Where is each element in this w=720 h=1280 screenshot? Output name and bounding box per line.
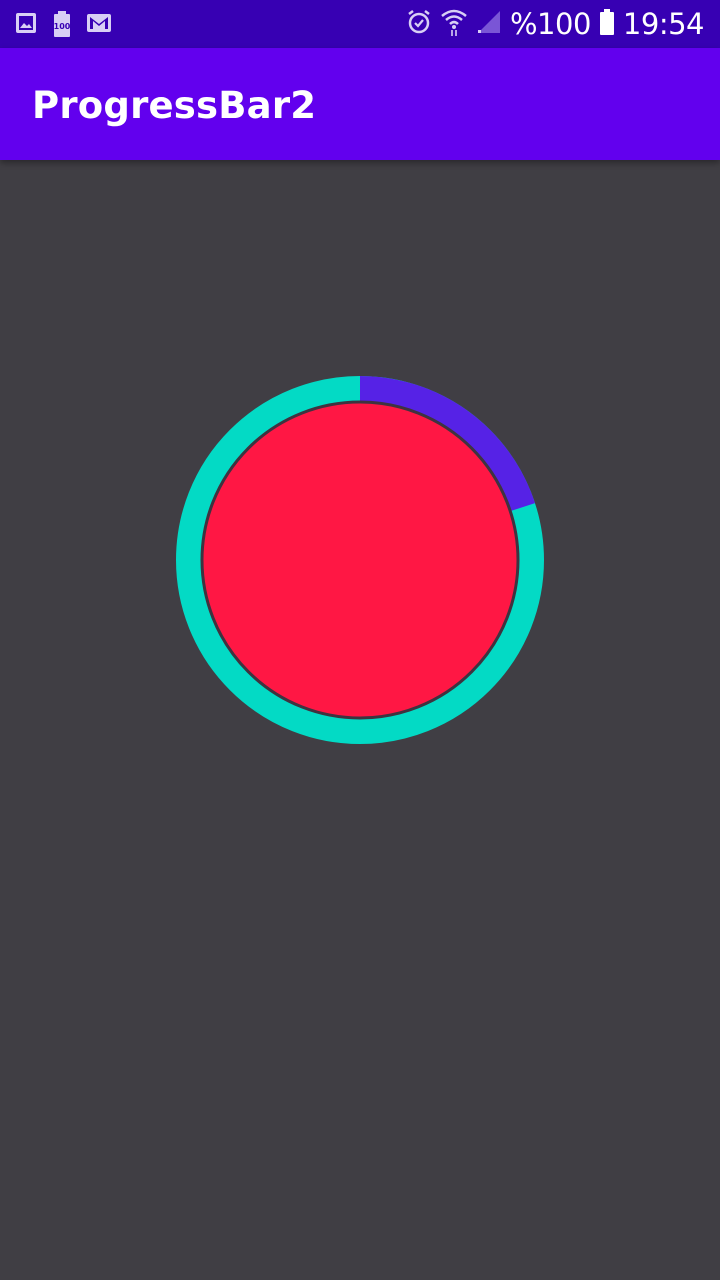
gmail-icon: [86, 10, 112, 42]
gallery-icon: [14, 10, 38, 42]
battery-100-icon: 100: [52, 10, 72, 42]
circular-progress-graphic: [176, 376, 544, 744]
notification-icons: 100: [14, 10, 112, 42]
status-bar: 100 %100 19:54: [0, 0, 720, 48]
wifi-icon: [440, 7, 468, 41]
battery-percent: %100: [510, 7, 591, 41]
alarm-icon: [406, 8, 432, 40]
circular-progress-bar: [176, 376, 544, 744]
signal-icon: [476, 9, 502, 39]
svg-text:100: 100: [54, 22, 71, 31]
app-title: ProgressBar2: [32, 84, 317, 127]
app-bar: ProgressBar2: [0, 48, 720, 160]
battery-icon: [599, 8, 615, 40]
clock: 19:54: [622, 7, 705, 41]
progress-center-disc: [200, 400, 520, 720]
system-status: %100 19:54: [406, 0, 705, 48]
